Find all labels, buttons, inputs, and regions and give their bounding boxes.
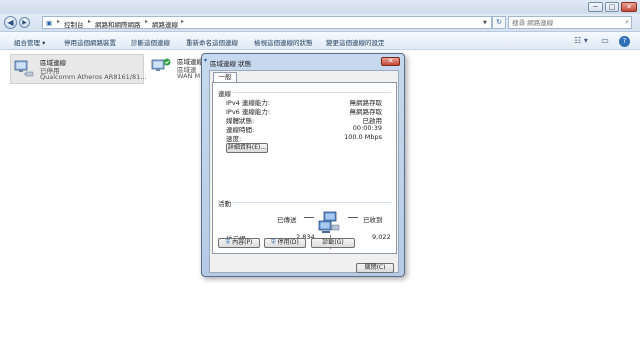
back-button[interactable]: ◀ [4,16,17,29]
diagnose-button[interactable]: 診斷(G) [311,238,355,248]
close-button[interactable]: ✕ [621,2,637,12]
properties-button[interactable]: ⛨ 內容(P) [218,238,260,248]
network-adapter-icon [14,60,34,77]
properties-button-label: 內容(P) [232,239,253,246]
address-dropdown-icon[interactable]: ▼ [483,20,487,26]
tab-general[interactable]: 一般 [213,72,237,82]
shield-icon: ⛨ [271,239,276,246]
sent-label: 已傳送 [277,216,297,224]
adapter-wan-connection[interactable]: 區域連線 區域連 WAN M [148,54,208,84]
crumb-separator[interactable]: ▸ [57,18,60,25]
bytes-received-value: 9,022 [372,233,391,241]
rename-connection-button[interactable]: 重新命名這個連線 [186,37,238,47]
crumb-separator[interactable]: ▸ [181,18,184,25]
maximize-button[interactable]: □ [605,2,619,12]
dialog-close-button[interactable]: ✕ [381,57,400,66]
dialog-title: 區域連線 狀態 [210,60,252,68]
search-input[interactable] [509,17,621,28]
general-tab-panel: 連線 IPv4 連線能力: 無網路存取 IPv6 連線能力: 無網路存取 媒體狀… [212,82,397,254]
crumb-network-connections[interactable]: 網路連線 [152,19,178,29]
refresh-button[interactable]: ↻ [492,16,506,29]
crumb-network-internet[interactable]: 網路和網際網路 [95,19,141,29]
preview-pane-icon[interactable]: ▭ [600,36,610,46]
shield-icon: ⛨ [225,239,231,246]
crumb-separator[interactable]: ▸ [88,18,91,25]
search-icon[interactable]: ⌕ [625,18,629,27]
change-settings-button[interactable]: 變更這個連線的設定 [326,37,385,47]
address-row: ◀ ▶ ▣ ▸ 控制台 ▸ 網路和網際網路 ▸ 網路連線 ▸ ▼ ↻ ⌕ [0,14,640,32]
speed-value: 100.0 Mbps [344,133,382,141]
disable-button-label: 停用(D) [277,239,299,246]
details-button[interactable]: 詳細資料(E)... [226,143,268,153]
group-divider [233,202,391,203]
speed-label: 速度: [226,135,242,143]
diagnose-connection-button[interactable]: 診斷這個連線 [131,37,170,47]
search-box[interactable]: ⌕ [508,16,632,29]
dialog-network-icon: ▾ [204,57,208,64]
sent-dash [304,217,314,218]
network-folder-icon: ▣ [46,19,53,27]
adapter-device: WAN M [177,72,201,80]
connection-status-dialog: ▾ 區域連線 狀態 ✕ 一般 連線 IPv4 連線能力: 無網路存取 IPv6 … [201,53,405,277]
adapter-device: Qualcomm Atheros AR8161/81... [40,73,147,81]
desktop-strip [0,322,640,347]
adapter-local-area-connection[interactable]: 區域連線 已停用 Qualcomm Atheros AR8161/81... [10,54,147,84]
duration-value: 00:00:39 [352,124,382,132]
help-icon[interactable]: ? [619,36,630,47]
dialog-body: 一般 連線 IPv4 連線能力: 無網路存取 IPv6 連線能力: 無網路存取 … [209,70,399,273]
crumb-separator[interactable]: ▸ [145,18,148,25]
received-label: 已收到 [363,216,383,224]
view-options-icon[interactable]: ☷ ▾ [572,36,590,46]
window-titlebar[interactable]: ─ □ ✕ [0,0,640,14]
group-divider [233,92,391,93]
dialog-close-action-button[interactable]: 關閉(C) [356,263,394,273]
activity-group-heading: 活動 [218,200,231,208]
disable-button[interactable]: ⛨ 停用(D) [264,238,306,248]
view-status-button[interactable]: 檢視這個連線的狀態 [254,37,313,47]
forward-button[interactable]: ▶ [19,17,30,28]
crumb-control-panel[interactable]: 控制台 [64,19,84,29]
organize-button[interactable]: 組合管理 ▾ [14,37,45,47]
address-bar[interactable]: ▣ ▸ 控制台 ▸ 網路和網際網路 ▸ 網路連線 ▸ ▼ [42,16,492,29]
received-dash [348,217,358,218]
network-adapter-icon [151,58,171,71]
minimize-button[interactable]: ─ [588,2,603,12]
disable-device-button[interactable]: 停用這個網路裝置 [64,37,116,47]
command-bar: 組合管理 ▾ 停用這個網路裝置 診斷這個連線 重新命名這個連線 檢視這個連線的狀… [0,32,640,50]
